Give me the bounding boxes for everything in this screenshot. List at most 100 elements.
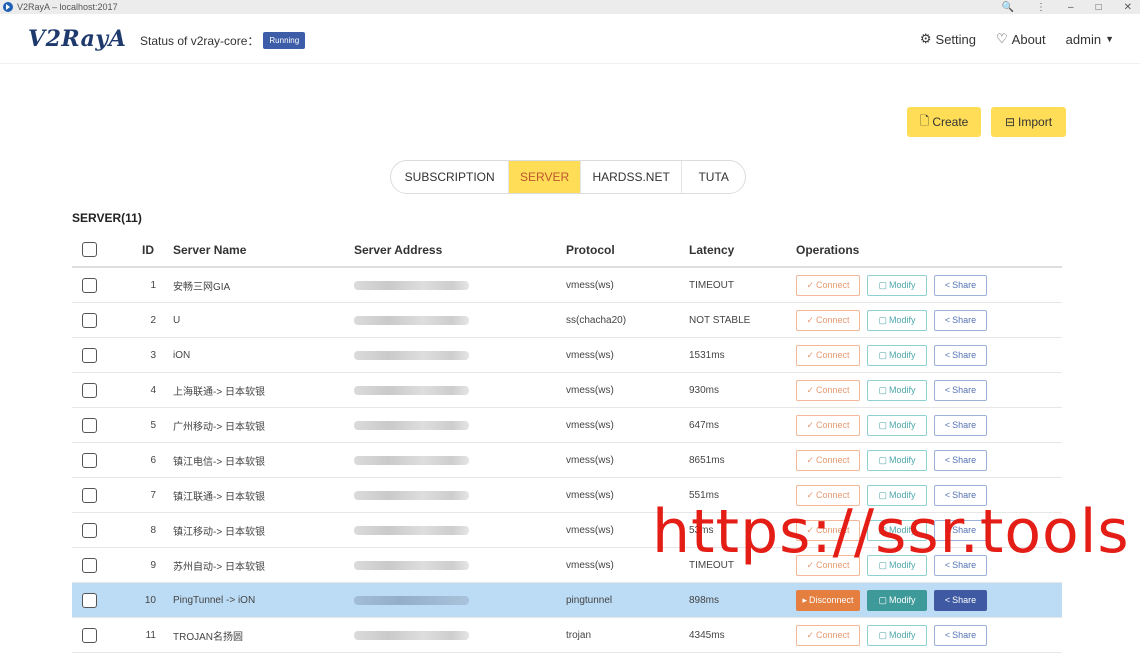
share-button[interactable]: < Share bbox=[934, 414, 987, 436]
row-operations: ✓ Connect ▢ Modify < Share bbox=[796, 478, 987, 512]
share-button[interactable]: < Share bbox=[934, 344, 987, 366]
row-checkbox[interactable] bbox=[82, 478, 97, 512]
row-checkbox[interactable] bbox=[82, 268, 97, 302]
table-row[interactable]: 5 广州移动-> 日本软银 vmess(ws) 647ms ✓ Connect ▢ Modif… bbox=[72, 408, 1062, 443]
table-row[interactable]: 4 上海联通-> 日本软银 vmess(ws) 930ms ✓ Connect ▢ Modif… bbox=[72, 373, 1062, 408]
table-row[interactable]: 7 镇江联通-> 日本软银 vmess(ws) 551ms ✓ Connect ▢ Modif… bbox=[72, 478, 1062, 513]
import-button[interactable]: ⊟ Import bbox=[991, 107, 1066, 137]
share-button[interactable]: < Share bbox=[934, 379, 987, 401]
create-button[interactable]: 🗋 Create bbox=[907, 107, 981, 137]
server-protocol: vmess(ws) bbox=[566, 279, 614, 291]
disconnect-button[interactable]: ▸ Disconnect bbox=[796, 589, 860, 611]
share-button[interactable]: < Share bbox=[934, 309, 987, 331]
connect-button[interactable]: ✓ Connect bbox=[796, 554, 860, 576]
table-row[interactable]: 2 Uss(chacha20) NOT STABLE ✓ Connect ▢ Modify <… bbox=[72, 303, 1062, 338]
modify-button[interactable]: ▢ Modify bbox=[867, 309, 927, 331]
connect-button[interactable]: ✓ Connect bbox=[796, 274, 860, 296]
v2raya-logo[interactable]: V2RayA bbox=[28, 26, 126, 52]
table-row[interactable]: 11 TROJAN名扬圆 trojan 4345ms ✓ Connect ▢ Modify < S… bbox=[72, 618, 1062, 653]
modify-button[interactable]: ▢ Modify bbox=[867, 624, 927, 646]
server-protocol: vmess(ws) bbox=[566, 349, 614, 361]
share-button[interactable]: < Share bbox=[934, 554, 987, 576]
tab-hardss-net[interactable]: HARDSS.NET bbox=[581, 161, 683, 193]
server-latency: 551ms bbox=[689, 489, 720, 501]
tab-tuta[interactable]: TUTA bbox=[682, 161, 745, 193]
modify-label: Modify bbox=[889, 630, 916, 640]
share-button[interactable]: < Share bbox=[934, 519, 987, 541]
connect-button[interactable]: ✓ Connect bbox=[796, 519, 860, 541]
table-row[interactable]: 3 iON vmess(ws) 1531ms ✓ Connect ▢ Modify < Share bbox=[72, 338, 1062, 373]
user-menu[interactable]: admin ▼ bbox=[1066, 32, 1114, 47]
share-button[interactable]: < Share bbox=[934, 274, 987, 296]
kebab-menu-icon[interactable]: ⋮ bbox=[1036, 2, 1046, 13]
connect-label: Connect bbox=[816, 420, 850, 430]
connect-label: Disconnect bbox=[809, 595, 854, 605]
row-checkbox[interactable] bbox=[82, 408, 97, 442]
minimize-icon[interactable]: – bbox=[1068, 2, 1074, 13]
modify-button[interactable]: ▢ Modify bbox=[867, 554, 927, 576]
share-button[interactable]: < Share bbox=[934, 589, 987, 611]
modify-button[interactable]: ▢ Modify bbox=[867, 589, 927, 611]
row-checkbox[interactable] bbox=[82, 373, 97, 407]
modify-label: Modify bbox=[889, 385, 916, 395]
zoom-icon[interactable]: 🔍 bbox=[1002, 2, 1014, 13]
table-row[interactable]: 6 镇江电信-> 日本软银 vmess(ws) 8651ms ✓ Connect ▢ Modi… bbox=[72, 443, 1062, 478]
table-row[interactable]: 8 镇江移动-> 日本软银 vmess(ws) 53ms ✓ Connect ▢ Modify… bbox=[72, 513, 1062, 548]
tab-server[interactable]: SERVER bbox=[509, 161, 581, 193]
about-link[interactable]: ♡ About bbox=[996, 31, 1046, 47]
table-row[interactable]: 9 苏州自动-> 日本软银 vmess(ws) TIMEOUT ✓ Connect ▢ Mod… bbox=[72, 548, 1062, 583]
share-button[interactable]: < Share bbox=[934, 624, 987, 646]
edit-icon: ▢ bbox=[878, 279, 887, 290]
modify-label: Modify bbox=[889, 280, 916, 290]
row-checkbox[interactable] bbox=[82, 443, 97, 477]
connect-button[interactable]: ✓ Connect bbox=[796, 309, 860, 331]
connect-button[interactable]: ✓ Connect bbox=[796, 414, 860, 436]
server-address-blurred bbox=[354, 268, 469, 302]
modify-button[interactable]: ▢ Modify bbox=[867, 484, 927, 506]
header-id: ID bbox=[142, 242, 154, 257]
share-icon: < bbox=[944, 315, 951, 325]
share-button[interactable]: < Share bbox=[934, 449, 987, 471]
row-checkbox[interactable] bbox=[82, 338, 97, 372]
row-checkbox[interactable] bbox=[82, 548, 97, 582]
edit-icon: ▢ bbox=[878, 314, 887, 325]
share-label: Share bbox=[952, 525, 977, 535]
edit-icon: ▢ bbox=[878, 629, 887, 640]
core-status-badge: Running bbox=[263, 32, 306, 49]
select-all-checkbox[interactable] bbox=[82, 233, 97, 266]
connect-button[interactable]: ✓ Connect bbox=[796, 484, 860, 506]
setting-link[interactable]: ⚙ Setting bbox=[920, 31, 976, 47]
header-protocol: Protocol bbox=[566, 242, 615, 257]
share-button[interactable]: < Share bbox=[934, 484, 987, 506]
server-address-blurred bbox=[354, 478, 469, 512]
table-row[interactable]: 1 安畅三网GIA vmess(ws) TIMEOUT ✓ Connect ▢ Modify <… bbox=[72, 268, 1062, 303]
connect-button[interactable]: ✓ Connect bbox=[796, 344, 860, 366]
server-table: ID Server Name Server Address Protocol L… bbox=[72, 233, 1062, 653]
server-protocol: ss(chacha20) bbox=[566, 314, 627, 326]
modify-button[interactable]: ▢ Modify bbox=[867, 449, 927, 471]
connect-button[interactable]: ✓ Connect bbox=[796, 379, 860, 401]
row-checkbox[interactable] bbox=[82, 583, 97, 617]
modify-button[interactable]: ▢ Modify bbox=[867, 414, 927, 436]
modify-button[interactable]: ▢ Modify bbox=[867, 344, 927, 366]
modify-button[interactable]: ▢ Modify bbox=[867, 519, 927, 541]
share-label: Share bbox=[952, 595, 977, 605]
app-header: V2RayA Status of v2ray-core： Running ⚙ S… bbox=[0, 14, 1140, 64]
connect-label: Connect bbox=[816, 560, 850, 570]
edit-icon: ▢ bbox=[878, 559, 887, 570]
table-row[interactable]: 10 PingTunnel -> iON pingtunnel 898ms ▸ Disco… bbox=[72, 583, 1062, 618]
close-icon[interactable]: ✕ bbox=[1124, 2, 1132, 13]
row-operations: ✓ Connect ▢ Modify < Share bbox=[796, 548, 987, 582]
tab-subscription[interactable]: SUBSCRIPTION bbox=[391, 161, 510, 193]
share-icon: < bbox=[944, 455, 951, 465]
row-checkbox[interactable] bbox=[82, 618, 97, 652]
connect-button[interactable]: ✓ Connect bbox=[796, 624, 860, 646]
modify-button[interactable]: ▢ Modify bbox=[867, 379, 927, 401]
maximize-icon[interactable]: □ bbox=[1096, 2, 1102, 13]
row-checkbox[interactable] bbox=[82, 303, 97, 337]
row-checkbox[interactable] bbox=[82, 513, 97, 547]
server-protocol: vmess(ws) bbox=[566, 559, 614, 571]
modify-button[interactable]: ▢ Modify bbox=[867, 274, 927, 296]
server-name: 安畅三网GIA bbox=[173, 281, 231, 293]
connect-button[interactable]: ✓ Connect bbox=[796, 449, 860, 471]
